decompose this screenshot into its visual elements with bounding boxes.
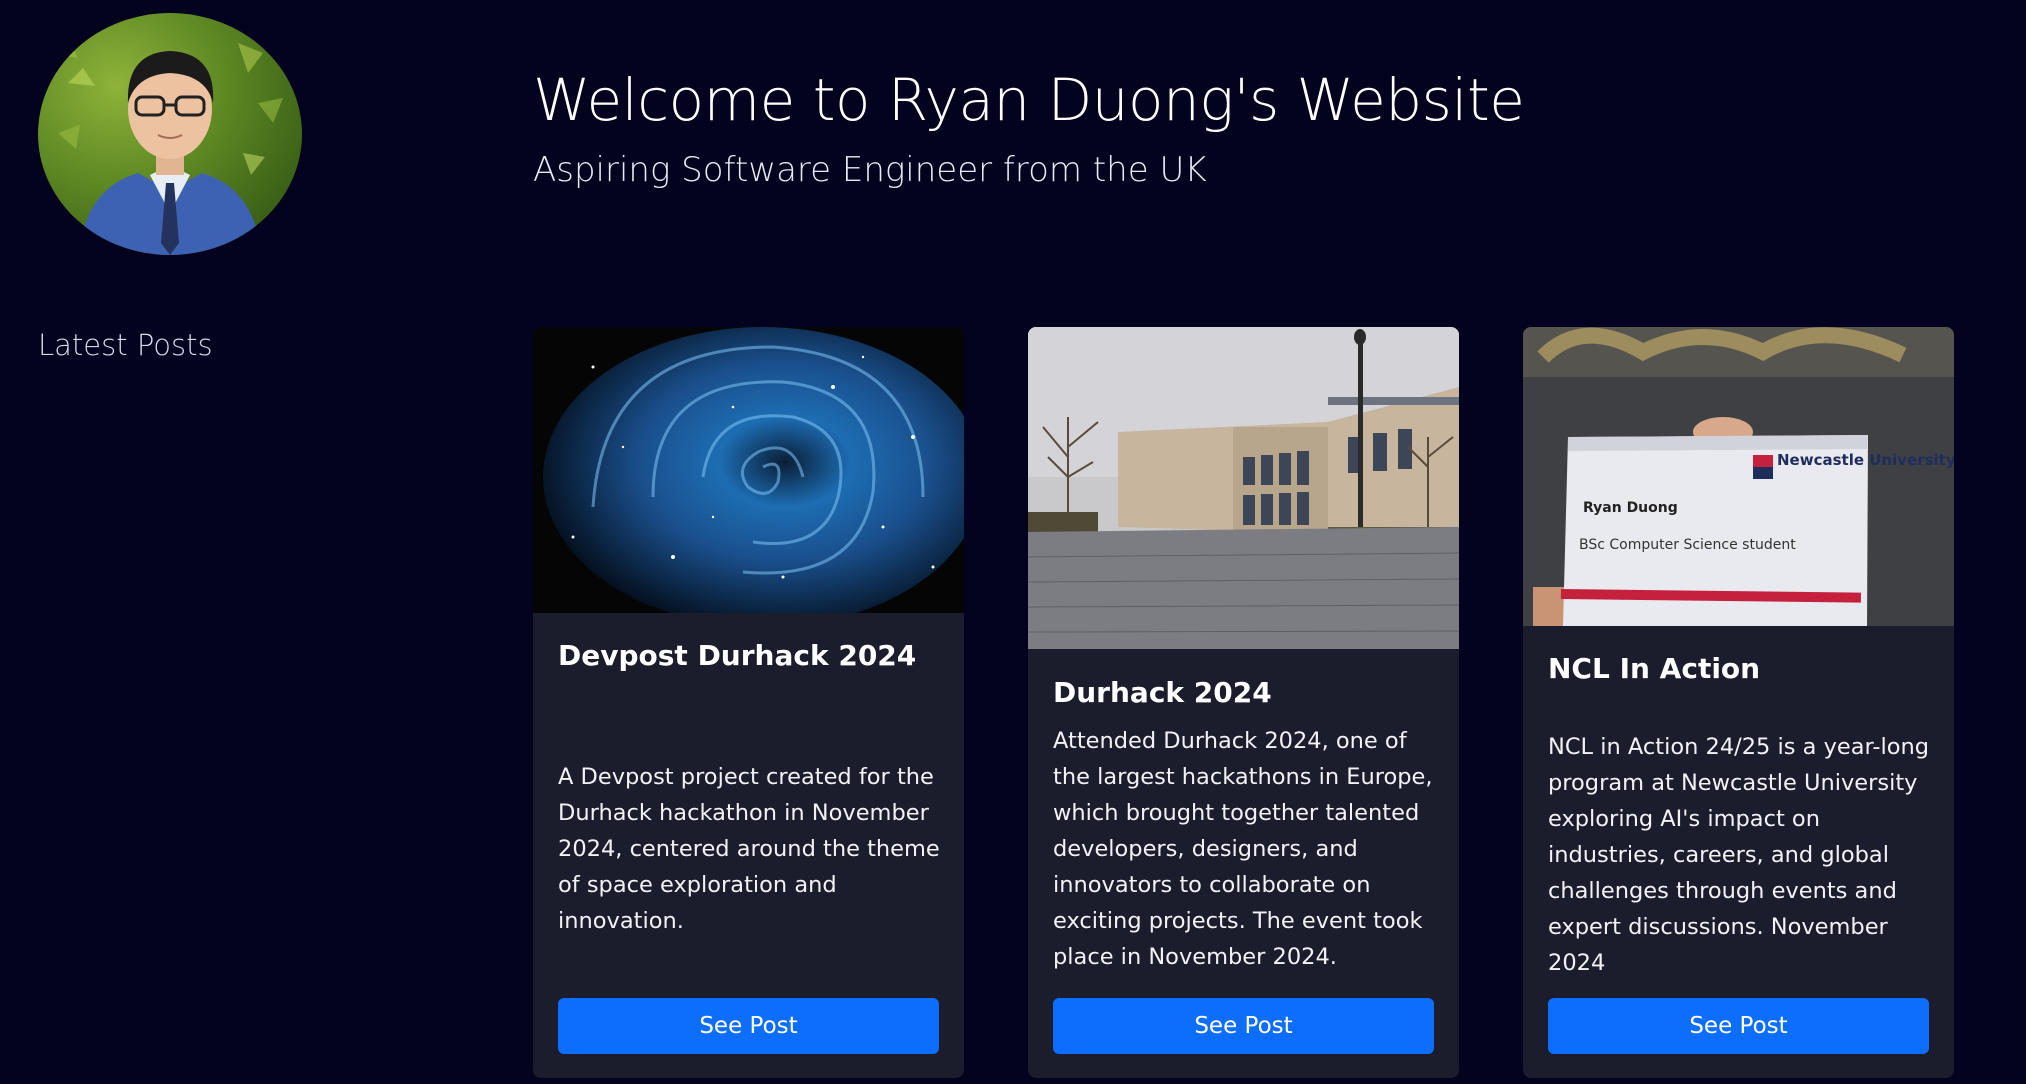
name-badge-photo-icon: Newcastle University Ryan Duong BSc Comp… — [1523, 327, 1954, 626]
badge-role-text: BSc Computer Science student — [1579, 537, 1796, 553]
university-building-image — [1028, 327, 1459, 649]
latest-posts-heading: Latest Posts — [38, 328, 213, 362]
galaxy-rose-icon — [533, 327, 964, 627]
badge-name-text: Ryan Duong — [1583, 500, 1678, 516]
page: Welcome to Ryan Duong's Website Aspiring… — [0, 0, 2026, 1084]
post-description: A Devpost project created for the Durhac… — [558, 764, 940, 934]
badge-university-text: Newcastle University — [1777, 451, 1954, 469]
see-post-button[interactable]: See Post — [1548, 998, 1929, 1054]
post-card-devpost-durhack: Devpost Durhack 2024 A Devpost project c… — [533, 327, 964, 1078]
see-post-button[interactable]: See Post — [1053, 998, 1434, 1054]
page-subtitle: Aspiring Software Engineer from the UK — [533, 150, 1207, 190]
post-title: Durhack 2024 — [1053, 676, 1272, 709]
post-card-ncl-in-action: Newcastle University Ryan Duong BSc Comp… — [1523, 327, 1954, 1078]
post-description: Attended Durhack 2024, one of the larges… — [1053, 728, 1433, 970]
post-description: NCL in Action 24/25 is a year-long progr… — [1548, 734, 1930, 976]
building-photo-icon — [1028, 327, 1459, 649]
newcastle-university-badge-image: Newcastle University Ryan Duong BSc Comp… — [1523, 327, 1954, 626]
post-title: NCL In Action — [1548, 652, 1761, 685]
profile-photo-icon — [48, 38, 283, 255]
newcastle-crest-icon — [1753, 455, 1773, 479]
page-title: Welcome to Ryan Duong's Website — [533, 66, 1525, 134]
post-title: Devpost Durhack 2024 — [558, 639, 917, 672]
avatar — [38, 13, 302, 255]
blue-galaxy-rose-image — [533, 327, 964, 627]
see-post-button[interactable]: See Post — [558, 998, 939, 1054]
post-card-durhack: Durhack 2024 Attended Durhack 2024, one … — [1028, 327, 1459, 1078]
